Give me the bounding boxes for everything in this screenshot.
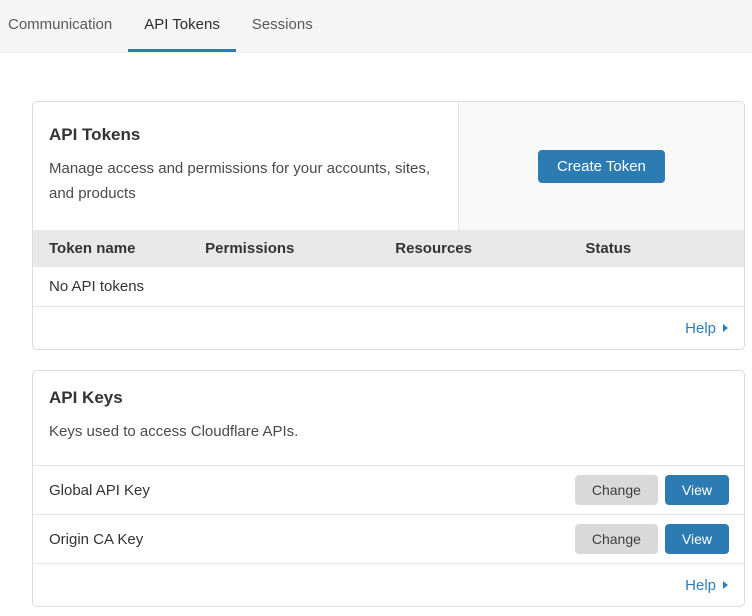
tab-api-tokens[interactable]: API Tokens [128,0,236,52]
api-key-row-origin-ca: Origin CA Key Change View [33,515,744,564]
api-tokens-card-header-text: API Tokens Manage access and permissions… [33,102,459,230]
main-content: API Tokens Manage access and permissions… [0,53,752,616]
tab-bar: Communication API Tokens Sessions [0,0,752,53]
create-token-button[interactable]: Create Token [538,150,665,183]
tab-sessions[interactable]: Sessions [236,0,329,52]
change-global-api-key-button[interactable]: Change [575,475,658,505]
api-tokens-card: API Tokens Manage access and permissions… [32,101,745,350]
api-keys-title: API Keys [49,388,728,408]
api-tokens-description: Manage access and permissions for your a… [49,156,442,206]
help-arrow-icon [723,324,728,332]
api-keys-card-header: API Keys Keys used to access Cloudflare … [33,371,744,466]
api-tokens-help-link[interactable]: Help [685,320,728,337]
api-tokens-help-row: Help [33,307,744,349]
api-tokens-title: API Tokens [49,125,442,145]
api-tokens-card-header-action: Create Token [459,102,744,230]
change-origin-ca-key-button[interactable]: Change [575,524,658,554]
help-arrow-icon [723,581,728,589]
api-key-label-origin-ca: Origin CA Key [49,531,575,548]
api-keys-help-link[interactable]: Help [685,577,728,594]
column-permissions: Permissions [205,240,395,257]
help-link-label: Help [685,320,716,337]
api-keys-description: Keys used to access Cloudflare APIs. [49,419,449,444]
token-table-header: Token name Permissions Resources Status [33,230,744,267]
api-key-row-global: Global API Key Change View [33,466,744,515]
api-tokens-card-header: API Tokens Manage access and permissions… [33,102,744,230]
api-keys-help-row: Help [33,564,744,606]
token-table-empty-message: No API tokens [33,267,744,307]
column-status: Status [585,240,728,257]
column-token-name: Token name [49,240,205,257]
view-global-api-key-button[interactable]: View [665,475,729,505]
help-link-label: Help [685,577,716,594]
tab-communication[interactable]: Communication [8,0,128,52]
api-keys-card: API Keys Keys used to access Cloudflare … [32,370,745,607]
column-resources: Resources [395,240,585,257]
view-origin-ca-key-button[interactable]: View [665,524,729,554]
api-key-label-global: Global API Key [49,482,575,499]
